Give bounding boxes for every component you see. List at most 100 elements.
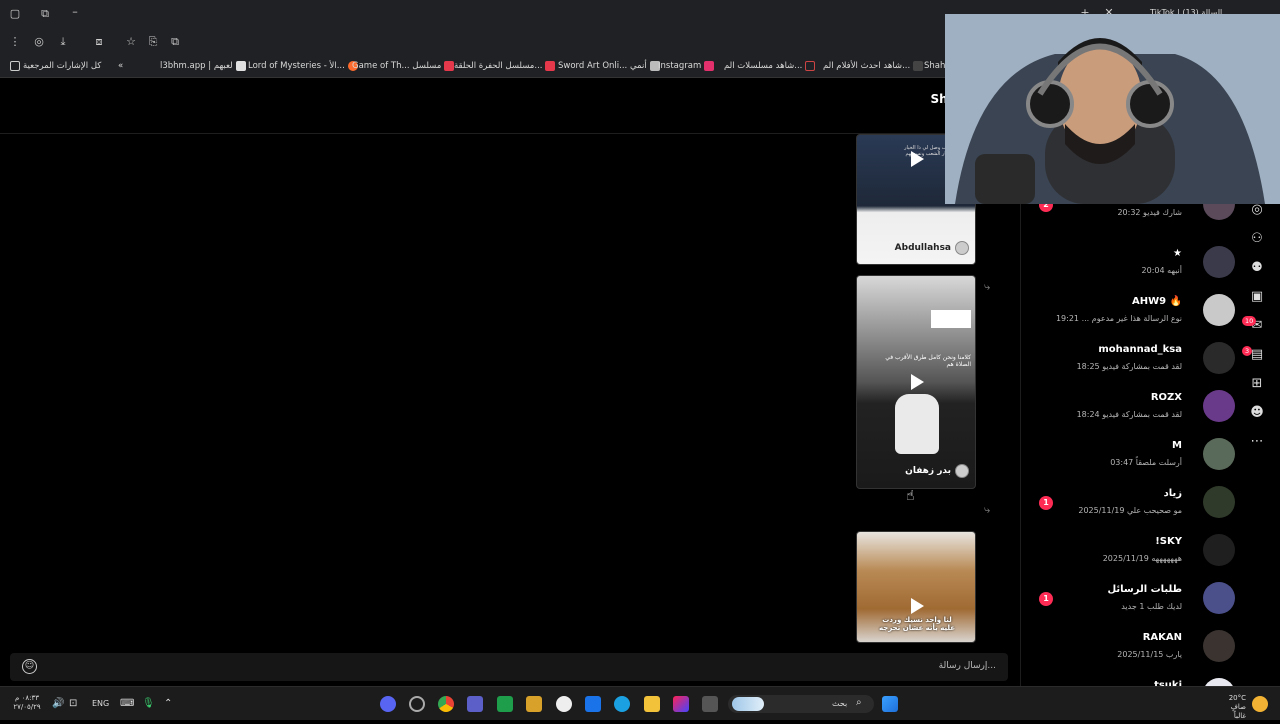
profile-icon[interactable]: ◎ — [32, 35, 46, 49]
bookmarks-overflow-chevron-icon[interactable]: « — [118, 61, 123, 71]
live-icon[interactable]: ▣ — [1248, 288, 1266, 306]
conversation-last-message: شارك فيديو 20:32 — [1117, 208, 1182, 217]
conversation-name: RAKAN — [1142, 632, 1182, 643]
more-icon[interactable]: ⋯ — [1248, 433, 1266, 451]
bookmark-label: Lord of Mysteries - الأ... — [248, 61, 345, 71]
conversation-last-message: لديك طلب 1 جديد — [1121, 602, 1182, 611]
bookmark-star-icon[interactable]: ☆ — [124, 35, 138, 49]
shared-video-card[interactable]: كلامنا ونحن كامل طرق الأقرب في الصلاة هم… — [856, 275, 976, 489]
conversation-name: طلبات الرسائل — [1107, 584, 1182, 595]
conversation-last-message: أرسلت ملصقاً 03:47 — [1110, 458, 1182, 467]
teams-icon[interactable] — [467, 696, 483, 712]
translate-icon[interactable]: ⧉ — [168, 35, 182, 49]
share-icon[interactable]: ⤷ — [984, 503, 990, 517]
store-icon[interactable] — [526, 696, 542, 712]
conversation-name: !SKY — [1155, 536, 1182, 547]
discord-icon[interactable] — [380, 696, 396, 712]
weather-sun-icon — [1252, 696, 1268, 712]
obs-icon[interactable] — [409, 696, 425, 712]
conversation-item[interactable]: طلبات الرسائل لديك طلب 1 جديد 1 — [1021, 580, 1239, 628]
language-indicator[interactable]: ENG — [92, 699, 109, 708]
sidebar-toggle-icon[interactable]: ▢ — [8, 7, 22, 21]
instagram-icon — [704, 61, 715, 71]
conversation-item[interactable]: RAKAN يارب 2025/11/15 — [1021, 628, 1239, 676]
bookmark-shahid-movies[interactable]: شاهد احدث الأفلام الم... — [823, 61, 924, 71]
conversation-item[interactable]: AHW9 🔥 نوع الرسالة هذا غير مدعوم ... 19:2… — [1021, 292, 1239, 340]
video-thumbnail-patch — [931, 310, 971, 328]
right-nav-rail: ◎ ⚇ ⚉ ▣ ✉ ▤ ⊞ ☻ ⋯ 10 3 — [1240, 196, 1280, 686]
windows-taskbar: ٠٨:٣٣ م ٢٧/٠٥/٢٩ 🔊 ⊡ ENG ⌨ 🎙 ⌃ بحث ⌕ 20°… — [0, 686, 1280, 720]
bookmark-all[interactable]: كل الإشارات المرجعية — [10, 61, 101, 71]
bookmark-game-of-thrones[interactable]: Game of Th... مسلسل — [352, 61, 455, 71]
share-icon[interactable]: ⤷ — [984, 280, 990, 294]
chrome-icon[interactable] — [438, 696, 454, 712]
bookmark-sword-art-online[interactable]: Sword Art Onli... أنمي — [558, 61, 660, 71]
bookmark-shahid-series[interactable]: شاهد مسلسلات الم... — [724, 61, 816, 71]
bookmark-label: l3bhm.app | لعبهم — [160, 61, 233, 71]
task-view-icon[interactable] — [702, 696, 718, 712]
conversation-item[interactable]: ★ أنبهه 20:04 — [1021, 244, 1239, 292]
clock-date: ٢٧/٠٥/٢٩ — [13, 703, 41, 711]
video-author: Abdullahsa — [894, 243, 951, 253]
site-icon — [805, 61, 816, 71]
conversation-item[interactable]: زياد مو صحيحب علي 2025/11/19 1 — [1021, 484, 1239, 532]
outlook-icon[interactable] — [585, 696, 601, 712]
minimize-icon[interactable]: – — [68, 5, 82, 19]
app-icon[interactable] — [556, 696, 572, 712]
keyboard-icon[interactable]: ⌨ — [120, 698, 134, 709]
weather-widget[interactable]: 20°C صافٍ غالباً — [1218, 694, 1246, 721]
volume-icon[interactable]: 🔊 — [52, 698, 64, 709]
bookmark-label: شاهد مسلسلات الم... — [724, 61, 803, 71]
messages-badge: 10 — [1242, 316, 1257, 326]
conversation-name: ★ — [1173, 248, 1182, 259]
clock[interactable]: ٠٨:٣٣ م ٢٧/٠٥/٢٩ — [10, 694, 44, 712]
tab-search-icon[interactable]: ⎘ — [146, 35, 160, 49]
edge-icon[interactable] — [614, 696, 630, 712]
avatar — [1203, 390, 1235, 422]
message-input[interactable]: إرسال رسالة... — [850, 661, 996, 671]
emoji-icon[interactable]: ☺ — [22, 659, 37, 674]
add-friend-icon[interactable]: ⚇ — [1248, 230, 1266, 248]
download-icon[interactable]: ⤓ — [56, 35, 70, 49]
bookmark-instagram[interactable]: Instagram — [658, 61, 715, 71]
network-icon[interactable]: ⊡ — [69, 698, 77, 709]
conversation-last-message: لقد قمت بمشاركة فيديو 18:24 — [1076, 410, 1182, 419]
microphone-icon[interactable]: 🎙 — [142, 698, 155, 709]
profile-icon[interactable]: ☻ — [1248, 404, 1266, 422]
play-icon[interactable] — [911, 598, 924, 614]
friends-icon[interactable]: ⚉ — [1248, 259, 1266, 277]
hand-figure — [895, 394, 939, 454]
conversation-item[interactable]: ROZX لقد قمت بمشاركة فيديو 18:24 — [1021, 388, 1239, 436]
menu-dots-icon[interactable]: ⋮ — [8, 35, 22, 49]
bookmark-label: شاهد احدث الأفلام الم... — [823, 61, 911, 71]
shared-video-card[interactable]: لنا واحد نسيك وردت عليه بأنه عشان تحرجه — [856, 531, 976, 643]
search-placeholder: بحث — [832, 699, 848, 708]
file-explorer-icon[interactable] — [644, 696, 660, 712]
restore-window-icon[interactable]: ⧉ — [38, 7, 52, 21]
conversation-item[interactable]: mohannad_ksa لقد قمت بمشاركة فيديو 18:25 — [1021, 340, 1239, 388]
mouse-cursor-icon: ☝ — [906, 488, 915, 504]
play-icon[interactable] — [911, 374, 924, 390]
play-icon[interactable] — [911, 151, 924, 167]
taskbar-search[interactable]: بحث ⌕ — [728, 695, 874, 713]
bookmark-label: مسلسل الحفرة الحلقة... — [454, 61, 543, 71]
tray-chevron-up-icon[interactable]: ⌃ — [164, 698, 172, 709]
site-icon — [545, 61, 556, 71]
avatar — [1203, 438, 1235, 470]
bookmark-l3bhm[interactable]: l3bhm.app | لعبهم — [160, 61, 246, 71]
conversation-item[interactable]: !SKY هههههههه 2025/11/19 — [1021, 532, 1239, 580]
excel-icon[interactable] — [497, 696, 513, 712]
copilot-icon[interactable] — [673, 696, 689, 712]
avatar — [1203, 486, 1235, 518]
bookmark-lord-of-mysteries[interactable]: Lord of Mysteries - الأ... — [248, 61, 358, 71]
upload-icon[interactable]: ⊞ — [1248, 375, 1266, 393]
windows-start-icon[interactable] — [882, 696, 898, 712]
search-highlight-icon — [732, 697, 764, 711]
author-avatar — [955, 464, 969, 478]
site-icon — [444, 61, 455, 71]
conversation-item[interactable]: M أرسلت ملصقاً 03:47 — [1021, 436, 1239, 484]
extensions-icon[interactable]: ⧈ — [92, 35, 106, 49]
bookmark-al-hofra[interactable]: مسلسل الحفرة الحلقة... — [454, 61, 556, 71]
avatar — [1203, 630, 1235, 662]
conversation-name: AHW9 🔥 — [1131, 296, 1182, 307]
